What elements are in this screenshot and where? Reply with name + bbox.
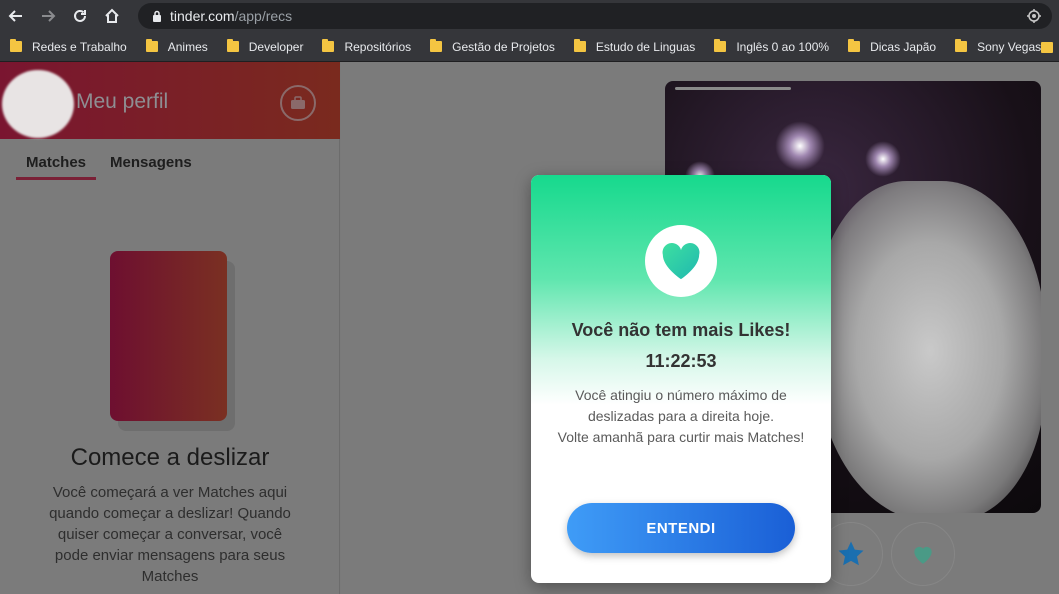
tab-matches[interactable]: Matches xyxy=(16,154,97,180)
home-icon xyxy=(105,8,119,23)
profile-title[interactable]: Meu perfil xyxy=(76,90,168,114)
bookmark-label: Repositórios xyxy=(344,39,412,54)
placeholder-card xyxy=(110,251,227,421)
folder-icon xyxy=(145,39,158,52)
location-icon[interactable] xyxy=(1026,8,1042,27)
folder-icon xyxy=(848,39,861,52)
heart-icon xyxy=(662,242,700,280)
modal-message-line: Volte amanhã para curtir mais Matches! xyxy=(557,429,805,445)
avatar[interactable] xyxy=(2,70,74,138)
back-button[interactable] xyxy=(0,0,32,32)
sidebar-tabs: Matches Mensagens xyxy=(16,154,206,180)
bookmark-label: Dicas Japão xyxy=(870,39,937,54)
heart-badge xyxy=(645,225,717,297)
lock-icon xyxy=(152,10,162,22)
folder-icon xyxy=(226,39,239,52)
empty-matches-illustration xyxy=(110,251,235,431)
folder-icon xyxy=(430,39,443,52)
tab-mensagens[interactable]: Mensagens xyxy=(100,154,202,180)
arrow-left-icon xyxy=(8,10,22,22)
modal-title: Você não tem mais Likes! xyxy=(571,320,791,340)
profile-header[interactable]: Meu perfil xyxy=(0,62,340,139)
empty-state-text: Você começará a ver Matches aqui quando … xyxy=(49,484,291,585)
heart-icon xyxy=(914,546,932,564)
bookmark-item[interactable]: Redes e Trabalho xyxy=(10,39,127,54)
bookmark-label: Gestão de Projetos xyxy=(452,39,555,54)
folder-icon xyxy=(10,39,22,52)
bookmarks-bar: Redes e Trabalho Animes Developer Reposi… xyxy=(0,32,1059,62)
stage-light xyxy=(865,141,901,177)
bookmark-label: Animes xyxy=(167,39,208,54)
bookmark-item[interactable]: Repositórios xyxy=(322,39,412,54)
star-icon xyxy=(838,541,864,566)
folder-icon xyxy=(322,39,335,52)
bookmark-item[interactable]: Developer xyxy=(226,39,304,54)
modal-message-line: Você atingiu o número máximo de xyxy=(575,387,787,403)
bookmark-label: Developer xyxy=(248,39,304,54)
reload-icon xyxy=(74,9,86,22)
arrow-right-icon xyxy=(42,10,56,22)
briefcase-icon xyxy=(291,96,305,109)
modal-message-line: deslizadas para a direita hoje. xyxy=(587,408,774,424)
url-path: /app/recs xyxy=(234,8,293,24)
folder-icon xyxy=(955,39,968,52)
address-bar[interactable]: tinder.com/app/recs xyxy=(138,3,1052,29)
modal-message: Você atingiu o número máximo de deslizad… xyxy=(531,385,831,448)
empty-state-title: Comece a deslizar xyxy=(70,444,270,471)
more-bookmarks-button[interactable] xyxy=(1041,40,1053,58)
bookmark-item[interactable]: Inglês 0 ao 100% xyxy=(714,39,830,54)
bookmark-item[interactable]: Sony Vegas xyxy=(955,39,1042,54)
out-of-likes-modal: Você não tem mais Likes! 11:22:53 Você a… xyxy=(531,175,831,583)
url-host: tinder.com xyxy=(170,8,235,24)
entendi-button[interactable]: ENTENDI xyxy=(567,503,795,553)
browser-toolbar: tinder.com/app/recs xyxy=(0,0,1059,32)
bookmark-item[interactable]: Animes xyxy=(145,39,208,54)
bookmark-item[interactable]: Gestão de Projetos xyxy=(430,39,555,54)
countdown-timer: 11:22:53 xyxy=(645,351,717,371)
bookmark-label: Sony Vegas xyxy=(977,39,1042,54)
bookmark-item[interactable]: Estudo de Linguas xyxy=(573,39,696,54)
folder-icon xyxy=(573,39,586,52)
folder-icon xyxy=(1041,42,1053,53)
tinder-app: Meu perfil Matches Mensagens Comece a de… xyxy=(0,62,1059,594)
forward-button[interactable] xyxy=(32,0,64,32)
folder-icon xyxy=(714,39,727,52)
like-button[interactable] xyxy=(891,522,955,586)
sidebar: Meu perfil Matches Mensagens Comece a de… xyxy=(0,62,340,594)
reload-button[interactable] xyxy=(64,0,96,32)
briefcase-button[interactable] xyxy=(280,85,316,121)
home-button[interactable] xyxy=(96,0,128,32)
stage-light xyxy=(775,121,825,171)
bookmark-label: Inglês 0 ao 100% xyxy=(736,39,830,54)
photo-progress-bar xyxy=(675,87,791,90)
bookmark-label: Estudo de Linguas xyxy=(595,39,696,54)
bookmark-item[interactable]: Dicas Japão xyxy=(848,39,937,54)
redaction-scribble xyxy=(815,181,1041,513)
bookmark-label: Redes e Trabalho xyxy=(32,39,127,54)
